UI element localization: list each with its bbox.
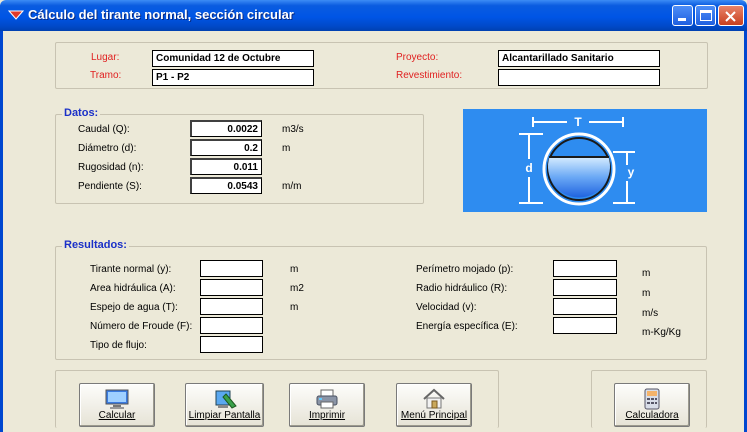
perimetro-unit: m — [642, 268, 651, 279]
energia-output[interactable] — [553, 317, 617, 334]
menu-principal-label: Menú Principal — [400, 410, 468, 421]
tirante-label: Tirante normal (y): — [90, 264, 172, 275]
area-label: Area hidráulica (A): — [90, 283, 176, 294]
maximize-icon — [700, 10, 712, 21]
area-unit: m2 — [290, 283, 304, 294]
energia-label: Energía específica (E): — [416, 321, 518, 332]
pendiente-input[interactable]: 0.0543 — [190, 177, 262, 194]
pendiente-unit: m/m — [282, 181, 302, 192]
datos-title: Datos: — [62, 107, 101, 119]
imprimir-label: Imprimir — [308, 410, 346, 421]
velocidad-output[interactable] — [553, 298, 617, 315]
diametro-input[interactable]: 0.2 — [190, 139, 262, 156]
minimize-button[interactable] — [672, 5, 693, 26]
monitor-icon — [105, 389, 129, 409]
tramo-field[interactable]: P1 - P2 — [152, 69, 314, 86]
tramo-label: Tramo: — [90, 70, 122, 81]
minimize-icon — [678, 18, 686, 21]
maximize-button[interactable] — [695, 5, 716, 26]
window-title: Cálculo del tirante normal, sección circ… — [28, 7, 294, 22]
tipo-flujo-label: Tipo de flujo: — [90, 340, 147, 351]
resultados-title: Resultados: — [62, 239, 129, 251]
pendiente-label: Pendiente (S): — [78, 181, 142, 192]
calculadora-button[interactable]: Calculadora — [614, 383, 690, 427]
revestimiento-field[interactable] — [498, 69, 660, 86]
espejo-output[interactable] — [200, 298, 263, 315]
calcular-button[interactable]: Calcular — [79, 383, 155, 427]
froude-output[interactable] — [200, 317, 263, 334]
pipe-section-diagram: T d y — [463, 109, 707, 212]
radio-unit: m — [642, 288, 651, 299]
radio-label: Radio hidráulico (R): — [416, 283, 508, 294]
tipo-flujo-output[interactable] — [200, 336, 263, 353]
y-label: y — [628, 165, 635, 179]
energia-unit: m-Kg/Kg — [642, 327, 681, 338]
app-icon — [8, 10, 24, 20]
circular-section-svg: T d y — [519, 115, 635, 206]
diametro-unit: m — [282, 143, 291, 154]
rugosidad-label: Rugosidad (n): — [78, 162, 144, 173]
tirante-output[interactable] — [200, 260, 263, 277]
espejo-label: Espejo de agua (T): — [90, 302, 178, 313]
proyecto-field[interactable]: Alcantarillado Sanitario — [498, 50, 660, 67]
velocidad-label: Velocidad (v): — [416, 302, 477, 313]
proyecto-label: Proyecto: — [396, 52, 439, 63]
rugosidad-input[interactable]: 0.011 — [190, 158, 262, 175]
lugar-field[interactable]: Comunidad 12 de Octubre — [152, 50, 314, 67]
calculator-icon — [644, 388, 660, 410]
menu-principal-button[interactable]: Menú Principal — [396, 383, 472, 427]
caudal-label: Caudal (Q): — [78, 124, 130, 135]
radio-output[interactable] — [553, 279, 617, 296]
home-icon — [423, 388, 445, 409]
diametro-label: Diámetro (d): — [78, 143, 137, 154]
d-label: d — [525, 161, 532, 175]
area-output[interactable] — [200, 279, 263, 296]
perimetro-label: Perímetro mojado (p): — [416, 264, 514, 275]
froude-label: Número de Froude (F): — [90, 321, 193, 332]
t-label: T — [574, 115, 582, 129]
limpiar-pantalla-label: Limpiar Pantalla — [188, 410, 261, 421]
limpiar-pantalla-button[interactable]: Limpiar Pantalla — [185, 383, 264, 427]
calculadora-label: Calculadora — [625, 410, 679, 421]
tirante-unit: m — [290, 264, 299, 275]
close-button[interactable] — [718, 5, 744, 26]
lugar-label: Lugar: — [91, 52, 120, 63]
title-bar: Cálculo del tirante normal, sección circ… — [0, 0, 747, 31]
perimetro-output[interactable] — [553, 260, 617, 277]
espejo-unit: m — [290, 302, 299, 313]
revestimiento-label: Revestimiento: — [396, 70, 463, 81]
broom-icon — [215, 390, 237, 409]
caudal-unit: m3/s — [282, 124, 304, 135]
caudal-input[interactable]: 0.0022 — [190, 120, 262, 137]
close-icon — [725, 11, 736, 22]
printer-icon — [316, 389, 338, 409]
velocidad-unit: m/s — [642, 308, 659, 319]
calcular-label: Calcular — [98, 410, 136, 421]
imprimir-button[interactable]: Imprimir — [289, 383, 365, 427]
